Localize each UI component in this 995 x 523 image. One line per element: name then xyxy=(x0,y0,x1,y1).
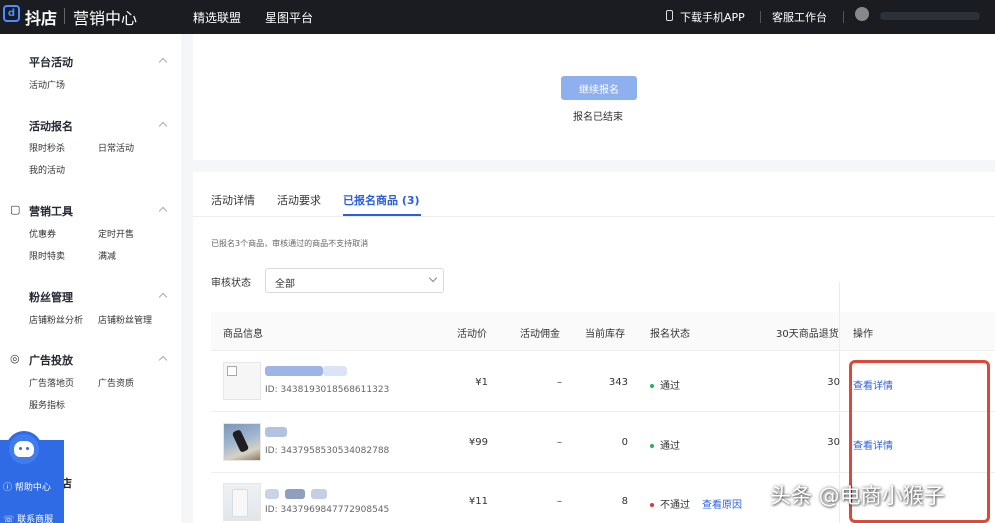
review-status-label: 审核状态 xyxy=(211,278,251,289)
status-dot-icon xyxy=(650,384,654,388)
current-stock: 343 xyxy=(608,377,628,388)
sidebar-item-flash-sale[interactable]: 限时秒杀 xyxy=(29,141,65,154)
divider xyxy=(843,11,844,23)
sidebar-section-platform-activity[interactable]: 平台活动 xyxy=(29,54,73,70)
sidebar-item-ad-qualification[interactable]: 广告资质 xyxy=(98,376,134,389)
doudian-logo-icon: d xyxy=(3,5,20,22)
sidebar-item-limited-special[interactable]: 限时特卖 xyxy=(29,249,65,262)
column-header-signup-status: 报名状态 xyxy=(650,329,690,340)
download-app-link[interactable]: 下载手机APP xyxy=(680,9,745,25)
column-header-actions: 操作 xyxy=(853,329,873,340)
current-stock: 0 xyxy=(621,437,628,448)
tab-activity-requirements[interactable]: 活动要求 xyxy=(277,192,321,208)
product-title-blurred xyxy=(285,489,305,499)
robot-assistant-icon[interactable] xyxy=(6,431,42,467)
product-id: ID: 3437958530534082788 xyxy=(265,446,390,456)
service-desk-link[interactable]: 客服工作台 xyxy=(772,9,827,25)
column-header-commission: 活动佣金 xyxy=(520,329,560,340)
sidebar-item-ad-landing[interactable]: 广告落地页 xyxy=(29,376,74,389)
sidebar-item-coupon[interactable]: 优惠券 xyxy=(29,227,56,240)
sidebar-section-activity-signup[interactable]: 活动报名 xyxy=(29,118,73,134)
product-title-blurred[interactable] xyxy=(265,489,279,499)
signup-status-card: 继续报名 报名已结束 xyxy=(193,34,995,160)
target-icon: ◎ xyxy=(10,352,20,365)
registration-notice: 已报名3个商品，审核通过的商品不支持取消 xyxy=(211,239,369,248)
column-header-product-info: 商品信息 xyxy=(223,329,263,340)
status-dot-icon xyxy=(650,444,654,448)
sidebar-item-fan-manage[interactable]: 店铺粉丝管理 xyxy=(98,313,152,326)
refund-30d: 30 xyxy=(827,377,840,388)
tab-registered-products[interactable]: 已报名商品 (3) xyxy=(343,192,420,208)
brand-name[interactable]: 抖店 xyxy=(25,5,57,29)
chevron-up-icon[interactable] xyxy=(158,292,168,302)
sidebar-item-my-activity[interactable]: 我的活动 xyxy=(29,163,65,176)
sidebar-section-marketing-tools[interactable]: 营销工具 xyxy=(29,203,73,219)
product-thumbnail[interactable] xyxy=(223,362,261,400)
signup-status: 不通过 xyxy=(650,496,690,511)
activity-commission: – xyxy=(557,377,562,388)
product-thumbnail[interactable] xyxy=(223,483,261,521)
signup-status: 通过 xyxy=(650,377,680,392)
activity-price: ¥1 xyxy=(475,377,488,388)
product-title-blurred xyxy=(323,366,347,376)
refund-30d: 30 xyxy=(827,437,840,448)
headset-icon: ☏ xyxy=(3,515,18,523)
continue-signup-button[interactable]: 继续报名 xyxy=(561,76,637,100)
activity-commission: – xyxy=(557,437,562,448)
watermark: 头条 @电商小猴子 xyxy=(770,484,945,508)
sidebar-section-ad-delivery[interactable]: 广告投放 xyxy=(29,352,73,368)
review-status-value: 全部 xyxy=(275,279,295,290)
row-divider xyxy=(211,350,995,351)
wallet-icon: ▢ xyxy=(10,203,21,216)
current-stock: 8 xyxy=(621,496,628,507)
signup-ended-text: 报名已结束 xyxy=(573,112,623,123)
sidebar-item-daily-activity[interactable]: 日常活动 xyxy=(98,141,134,154)
section-name[interactable]: 营销中心 xyxy=(73,5,137,29)
review-status-select[interactable]: 全部 xyxy=(265,268,444,293)
product-thumbnail[interactable] xyxy=(223,423,261,461)
signup-status: 通过 xyxy=(650,437,680,452)
activity-price: ¥11 xyxy=(468,496,488,507)
chevron-up-icon[interactable] xyxy=(158,57,168,67)
sidebar-item-activity-square[interactable]: 活动广场 xyxy=(29,78,65,91)
top-navigation-bar: d 抖店 营销中心 精选联盟 星图平台 下载手机APP 客服工作台 xyxy=(0,0,995,34)
sidebar-item-service-metrics[interactable]: 服务指标 xyxy=(29,398,65,411)
column-header-refund-30d: 30天商品退货 xyxy=(776,329,839,340)
logo-divider xyxy=(64,8,65,24)
user-name-blurred[interactable] xyxy=(880,12,980,20)
contact-service-link[interactable]: ☏ 联系商服 xyxy=(3,512,53,523)
column-header-stock: 当前库存 xyxy=(585,329,625,340)
tabs-divider xyxy=(193,216,995,217)
help-center-link[interactable]: ⓘ 帮助中心 xyxy=(3,480,51,493)
column-header-activity-price: 活动价 xyxy=(457,329,487,340)
sidebar-section-fan-management[interactable]: 粉丝管理 xyxy=(29,289,73,305)
divider xyxy=(760,11,761,23)
status-dot-icon xyxy=(650,503,654,507)
user-avatar[interactable] xyxy=(855,7,869,21)
product-title-blurred[interactable] xyxy=(265,366,323,376)
tab-activity-details[interactable]: 活动详情 xyxy=(211,192,255,208)
sidebar-item-fan-analysis[interactable]: 店铺粉丝分析 xyxy=(29,313,83,326)
activity-price: ¥99 xyxy=(468,437,488,448)
activity-commission: – xyxy=(557,496,562,507)
chevron-up-icon[interactable] xyxy=(158,121,168,131)
view-reason-link[interactable]: 查看原因 xyxy=(702,496,742,511)
chevron-up-icon[interactable] xyxy=(158,206,168,216)
product-title-blurred[interactable] xyxy=(265,427,287,437)
sidebar-item-full-reduction[interactable]: 满减 xyxy=(98,249,116,262)
product-id: ID: 3437969847772908545 xyxy=(265,505,390,515)
help-floating-panel[interactable]: ⓘ 帮助中心 ☏ 联系商服 xyxy=(0,431,64,523)
chevron-down-icon xyxy=(428,273,438,283)
help-circle-icon: ⓘ xyxy=(3,483,15,493)
nav-item-jingxuan[interactable]: 精选联盟 xyxy=(193,9,241,26)
sidebar-item-scheduled-sale[interactable]: 定时开售 xyxy=(98,227,134,240)
product-title-blurred xyxy=(311,489,327,499)
product-id: ID: 3438193018568611323 xyxy=(265,385,390,395)
nav-item-xingtu[interactable]: 星图平台 xyxy=(265,9,313,26)
phone-icon xyxy=(666,10,673,21)
chevron-up-icon[interactable] xyxy=(158,355,168,365)
